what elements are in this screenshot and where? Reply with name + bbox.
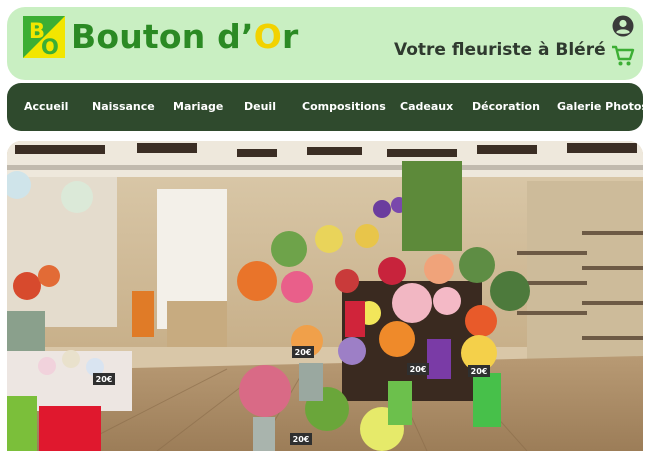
tagline: Votre fleuriste à Bléré [394, 40, 606, 60]
nav-item-accueil[interactable]: Accueil [24, 83, 68, 131]
nav-item-mariage[interactable]: Mariage [173, 83, 223, 131]
price-tag-2: 20€ [410, 365, 427, 374]
site-logo-text[interactable]: Bouton d’Or [71, 17, 298, 57]
shop-interior-photo: 20€ 20€ 20€ 20€ 20€ [7, 141, 643, 451]
nav-item-compositions[interactable]: Compositions [302, 83, 386, 131]
price-tag-4: 20€ [293, 435, 310, 444]
cart-icon[interactable] [611, 45, 635, 67]
price-tag-5: 20€ [96, 375, 113, 384]
logo-badge[interactable]: B O [23, 16, 65, 59]
svg-text:O: O [41, 35, 59, 58]
nav-item-naissance[interactable]: Naissance [92, 83, 155, 131]
logo-highlight: O [253, 17, 282, 56]
price-tag-1: 20€ [295, 348, 312, 357]
main-navigation: Accueil Naissance Mariage Deuil Composit… [7, 83, 648, 131]
price-tag-3: 20€ [471, 367, 488, 376]
nav-item-cadeaux[interactable]: Cadeaux [400, 83, 453, 131]
logo-suffix: r [281, 17, 299, 56]
nav-item-decoration[interactable]: Décoration [472, 83, 540, 131]
account-circle-icon[interactable] [612, 15, 634, 37]
nav-item-galerie-photos[interactable]: Galerie Photos [557, 83, 648, 131]
logo-prefix: Bouton d’ [71, 17, 254, 56]
site-header: B O Bouton d’Or Votre fleuriste à Bléré [7, 7, 643, 80]
nav-item-deuil[interactable]: Deuil [244, 83, 276, 131]
